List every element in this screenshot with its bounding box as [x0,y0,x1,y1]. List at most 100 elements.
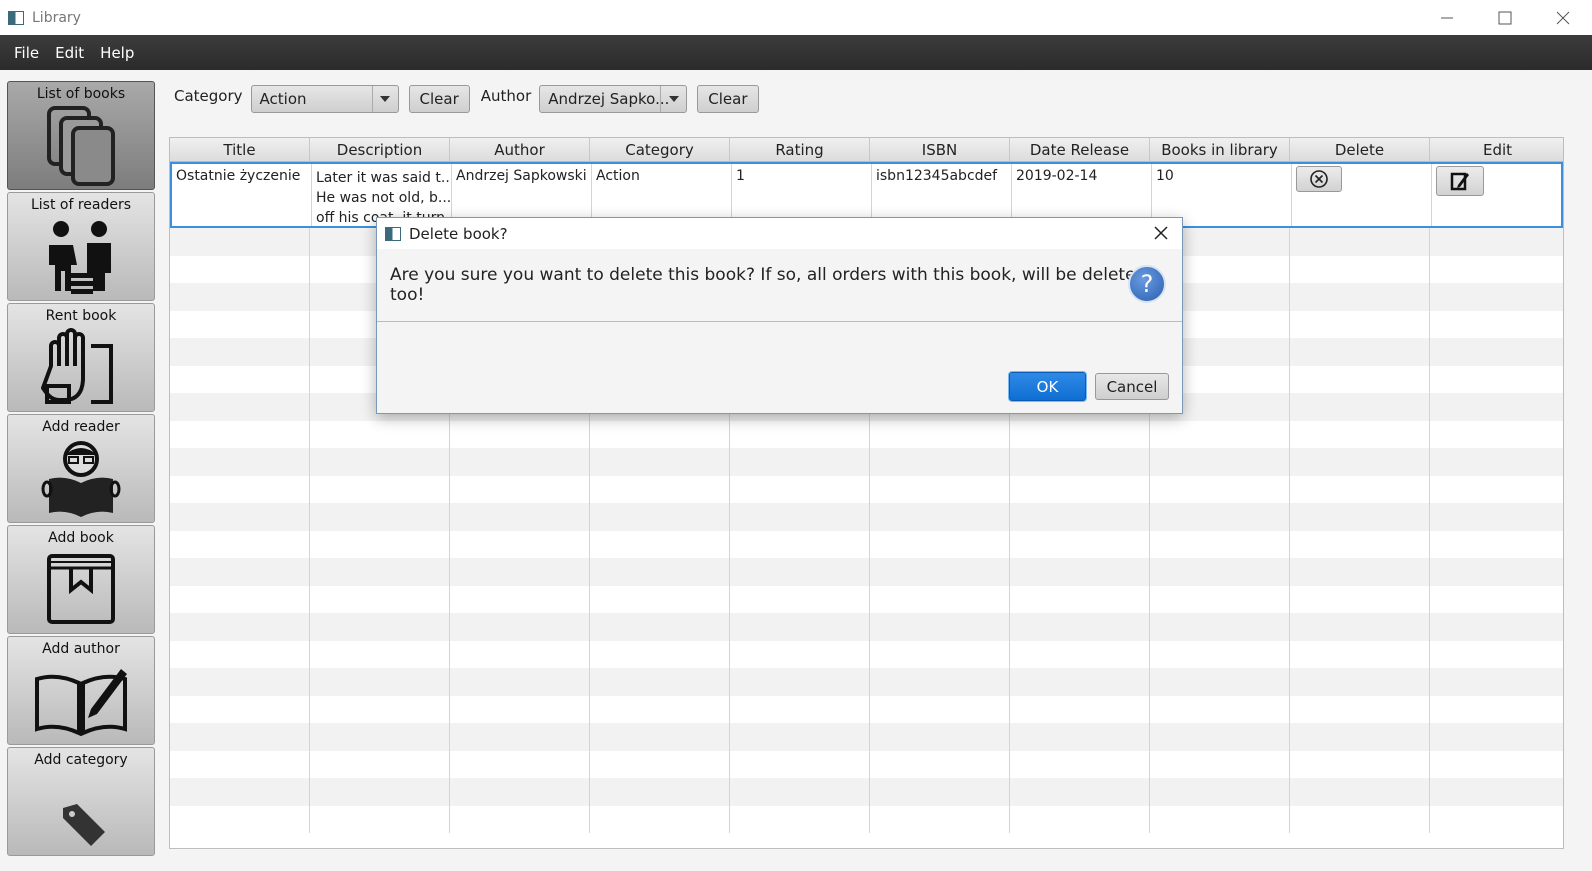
empty-cell [730,778,870,806]
empty-cell [730,695,870,723]
empty-table-row [170,503,1563,531]
empty-cell [310,613,450,641]
sidebar-item-rent-book[interactable]: Rent book [7,303,155,412]
empty-cell [450,530,590,558]
sidebar-item-add-book[interactable]: Add book [7,525,155,634]
sidebar-item-list-of-books[interactable]: List of books [7,81,155,190]
column-header-rating[interactable]: Rating [730,138,870,161]
cancel-button[interactable]: Cancel [1095,373,1169,400]
empty-cell [450,558,590,586]
empty-cell [730,530,870,558]
empty-cell [1010,723,1150,751]
menu-file[interactable]: File [14,44,39,62]
empty-cell [310,503,450,531]
maximize-button[interactable] [1476,0,1534,35]
empty-cell [590,778,730,806]
empty-cell [730,448,870,476]
empty-cell [1010,420,1150,448]
open-book-pen-icon [35,669,127,737]
rent-hand-icon [41,328,113,404]
empty-cell [590,503,730,531]
column-header-books-in-library[interactable]: Books in library [1150,138,1290,161]
empty-cell [1290,558,1430,586]
empty-cell [170,668,310,696]
empty-cell [730,585,870,613]
cell-edit [1432,164,1563,226]
empty-cell [1150,778,1290,806]
empty-cell [730,503,870,531]
window-title: Library [32,9,81,26]
category-select[interactable]: Action [250,85,399,113]
empty-cell [870,778,1010,806]
column-header-category[interactable]: Category [590,138,730,161]
empty-cell [1150,420,1290,448]
column-header-date-release[interactable]: Date Release [1010,138,1150,161]
empty-cell [1150,723,1290,751]
empty-cell [1430,228,1561,256]
empty-cell [310,530,450,558]
empty-cell [1430,256,1561,284]
empty-cell [1150,475,1290,503]
empty-cell [1430,668,1561,696]
sidebar-item-list-of-readers[interactable]: List of readers [7,192,155,301]
close-window-button[interactable] [1534,0,1592,35]
sidebar-item-add-reader[interactable]: Add reader [7,414,155,523]
empty-cell [1430,476,1561,504]
author-select[interactable]: Andrzej Sapko... [539,85,688,113]
empty-cell [170,255,310,283]
menu-help[interactable]: Help [100,44,134,62]
clear-category-button[interactable]: Clear [408,85,470,113]
empty-cell [310,420,450,448]
empty-cell [1150,695,1290,723]
dialog-buttons: OK Cancel [1009,372,1169,401]
clear-author-button[interactable]: Clear [697,85,759,113]
empty-cell [870,530,1010,558]
sidebar-item-add-author[interactable]: Add author [7,636,155,745]
column-header-edit[interactable]: Edit [1430,138,1563,161]
filter-bar: Category Action Clear Author Andrzej Sap… [174,84,759,114]
column-header-delete[interactable]: Delete [1290,138,1430,161]
empty-table-row [170,750,1563,778]
empty-cell [1010,805,1150,833]
empty-cell [870,750,1010,778]
empty-cell [1430,366,1561,394]
dialog-close-button[interactable] [1150,222,1172,248]
dialog-title: Delete book? [409,224,508,243]
empty-cell [1010,475,1150,503]
empty-table-row [170,723,1563,751]
minimize-button[interactable] [1418,0,1476,35]
empty-cell [1290,723,1430,751]
ok-button[interactable]: OK [1009,372,1086,401]
edit-row-button[interactable] [1436,166,1484,196]
empty-cell [1430,641,1561,669]
circle-x-icon [1310,170,1328,188]
cell-title: Ostatnie życzenie [172,164,312,226]
empty-cell [450,695,590,723]
empty-cell [450,613,590,641]
empty-cell [730,475,870,503]
empty-cell [310,558,450,586]
empty-cell [1430,503,1561,531]
empty-cell [450,503,590,531]
column-header-isbn[interactable]: ISBN [870,138,1010,161]
empty-cell [170,365,310,393]
column-header-description[interactable]: Description [310,138,450,161]
empty-cell [1150,805,1290,833]
column-header-title[interactable]: Title [170,138,310,161]
empty-cell [1010,613,1150,641]
column-header-author[interactable]: Author [450,138,590,161]
dialog-body: Are you sure you want to delete this boo… [377,249,1182,322]
menu-edit[interactable]: Edit [55,44,84,62]
empty-cell [170,393,310,421]
empty-cell [1430,283,1561,311]
empty-cell [450,475,590,503]
empty-table-row [170,668,1563,696]
empty-cell [1150,750,1290,778]
empty-table-row [170,585,1563,613]
sidebar-item-add-category[interactable]: Add category [7,747,155,856]
empty-cell [870,613,1010,641]
empty-cell [1430,806,1561,834]
empty-cell [1290,420,1430,448]
empty-cell [1430,393,1561,421]
delete-row-button[interactable] [1296,166,1342,192]
